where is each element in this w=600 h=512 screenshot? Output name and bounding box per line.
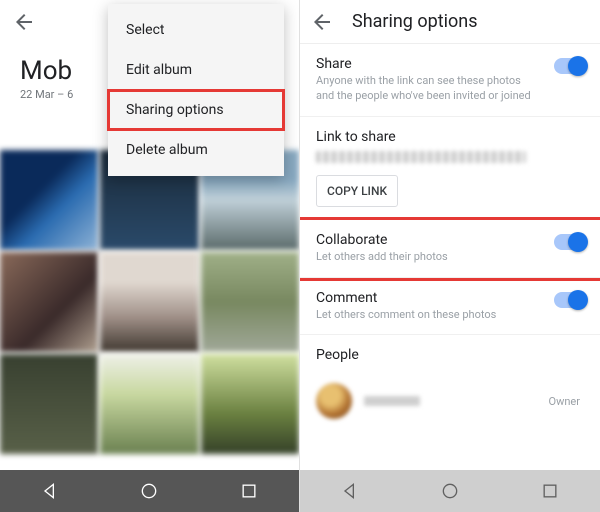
menu-item-select[interactable]: Select <box>108 10 284 50</box>
share-title: Share <box>316 56 584 72</box>
menu-item-delete-album[interactable]: Delete album <box>108 130 284 170</box>
nav-recents-icon[interactable] <box>540 481 560 501</box>
people-section: People <box>300 335 600 375</box>
people-row: Owner <box>300 375 600 419</box>
android-nav-bar <box>0 470 299 512</box>
link-title: Link to share <box>316 129 584 145</box>
overflow-menu: Select Edit album Sharing options Delete… <box>108 4 284 176</box>
photo-thumb[interactable] <box>0 150 98 250</box>
nav-recents-icon[interactable] <box>239 481 259 501</box>
sharing-header: Sharing options <box>300 0 600 44</box>
comment-subtitle: Let others comment on these photos <box>316 308 584 323</box>
share-toggle[interactable] <box>554 58 586 74</box>
people-title: People <box>316 347 584 363</box>
collaborate-toggle[interactable] <box>554 234 586 250</box>
android-nav-bar <box>300 470 600 512</box>
comment-title: Comment <box>316 290 584 306</box>
share-link-value <box>316 151 526 163</box>
photo-thumb[interactable] <box>0 252 98 352</box>
photo-thumb[interactable] <box>100 252 198 352</box>
owner-label: Owner <box>549 395 584 408</box>
nav-back-icon[interactable] <box>340 481 360 501</box>
photo-thumb[interactable] <box>100 354 198 454</box>
photo-thumb[interactable] <box>0 354 98 454</box>
nav-home-icon[interactable] <box>440 481 460 501</box>
menu-item-sharing-options[interactable]: Sharing options <box>108 90 284 130</box>
comment-toggle[interactable] <box>554 292 586 308</box>
share-section: Share Anyone with the link can see these… <box>300 44 600 117</box>
collaborate-title: Collaborate <box>316 232 584 248</box>
back-arrow-icon[interactable] <box>310 10 334 34</box>
nav-back-icon[interactable] <box>40 481 60 501</box>
photo-thumb[interactable] <box>201 252 299 352</box>
album-screen: Mob 22 Mar – 6 Select Edit album Sharing… <box>0 0 300 512</box>
collaborate-subtitle: Let others add their photos <box>316 250 584 265</box>
photo-grid <box>0 150 299 470</box>
link-section: Link to share COPY LINK <box>300 117 600 220</box>
back-arrow-icon[interactable] <box>12 10 36 34</box>
person-name <box>364 396 420 406</box>
sharing-options-screen: Sharing options Share Anyone with the li… <box>300 0 600 512</box>
avatar[interactable] <box>316 383 352 419</box>
menu-item-edit-album[interactable]: Edit album <box>108 50 284 90</box>
nav-home-icon[interactable] <box>139 481 159 501</box>
collaborate-section: Collaborate Let others add their photos <box>300 220 600 278</box>
page-title: Sharing options <box>352 11 478 32</box>
share-subtitle: Anyone with the link can see these photo… <box>316 74 584 104</box>
photo-thumb[interactable] <box>201 354 299 454</box>
comment-section: Comment Let others comment on these phot… <box>300 278 600 336</box>
copy-link-button[interactable]: COPY LINK <box>316 175 398 207</box>
